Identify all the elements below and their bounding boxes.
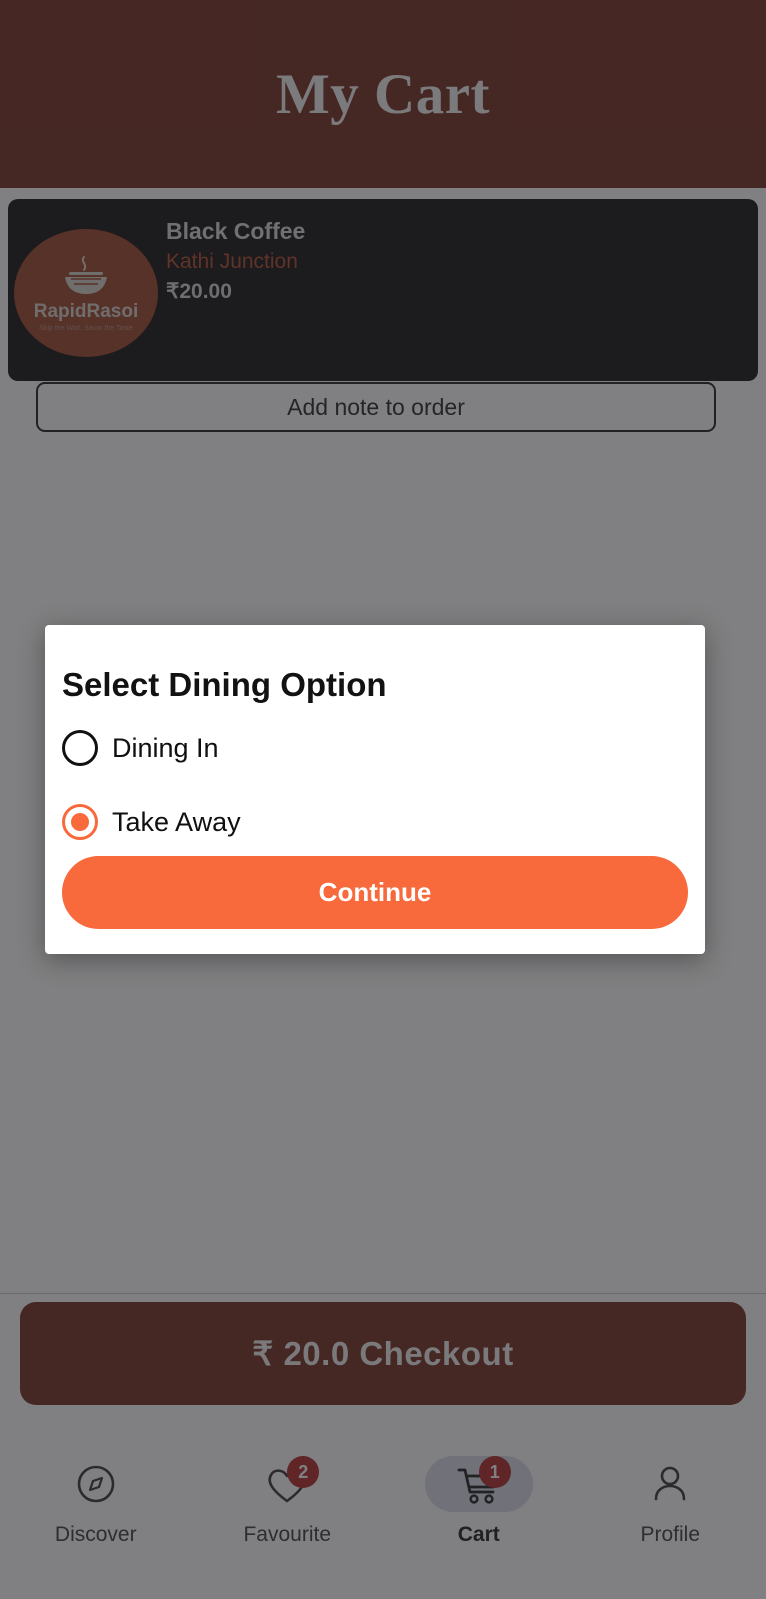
radio-unselected-icon[interactable] <box>62 730 98 766</box>
app-root: My Cart RapidRasoi Skip the Wait, Savor … <box>0 0 766 1599</box>
radio-selected-icon[interactable] <box>62 804 98 840</box>
continue-button[interactable]: Continue <box>62 856 688 929</box>
take-away-label: Take Away <box>112 806 241 837</box>
continue-label: Continue <box>318 877 432 907</box>
dialog-title: Select Dining Option <box>62 666 387 703</box>
take-away-option[interactable]: Take Away <box>45 804 705 840</box>
dining-option-dialog: Select Dining Option Dining In Take Away… <box>45 625 705 954</box>
radio-dot <box>71 813 89 831</box>
dining-in-option[interactable]: Dining In <box>45 730 705 766</box>
dining-in-label: Dining In <box>112 732 219 763</box>
